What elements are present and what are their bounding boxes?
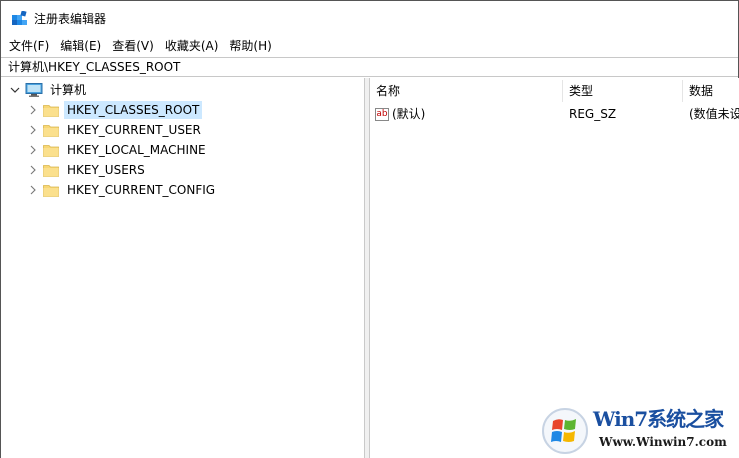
chevron-right-icon[interactable]	[27, 164, 39, 176]
value-name: (默认)	[392, 107, 426, 121]
values-list-pane[interactable]: 名称 类型 数据 ab (默认) REG_SZ (数值未设置)	[370, 78, 739, 458]
value-name-cell: ab (默认)	[370, 105, 563, 123]
column-header-name[interactable]: 名称	[370, 80, 563, 102]
string-value-icon: ab	[375, 107, 389, 121]
tree-root-computer[interactable]: 计算机	[9, 80, 89, 100]
menu-view[interactable]: 查看(V)	[108, 37, 158, 55]
list-header: 名称 类型 数据	[370, 80, 739, 102]
menu-edit[interactable]: 编辑(E)	[56, 37, 105, 55]
key-tree-pane[interactable]: 计算机 HKEY_CLASSES_ROOT HKEY_CURRENT_USER	[1, 78, 364, 458]
menu-bar: 文件(F) 编辑(E) 查看(V) 收藏夹(A) 帮助(H)	[1, 36, 279, 56]
site-watermark: Win7系统之家 Www.Winwin7.com	[541, 403, 737, 455]
registry-editor-window: 注册表编辑器 文件(F) 编辑(E) 查看(V) 收藏夹(A) 帮助(H) 计算…	[0, 0, 739, 458]
tree-root-label: 计算机	[50, 83, 87, 97]
tree-item-label: HKEY_CURRENT_CONFIG	[67, 183, 216, 197]
tree-item-label: HKEY_LOCAL_MACHINE	[67, 143, 206, 157]
address-bar[interactable]: 计算机\HKEY_CLASSES_ROOT	[1, 57, 738, 77]
chevron-down-icon[interactable]	[9, 84, 21, 96]
value-type: REG_SZ	[569, 107, 617, 121]
value-row-default[interactable]: ab (默认) REG_SZ (数值未设置)	[370, 104, 739, 124]
window-title: 注册表编辑器	[34, 12, 107, 26]
menu-file[interactable]: 文件(F)	[5, 37, 53, 55]
tree-item-label: HKEY_CLASSES_ROOT	[64, 101, 203, 119]
computer-icon	[25, 83, 43, 97]
watermark-url: Www.Winwin7.com	[599, 435, 727, 449]
tree-item-hkey-classes-root[interactable]: HKEY_CLASSES_ROOT	[27, 100, 203, 120]
windows-logo-icon	[542, 408, 588, 454]
title-bar[interactable]: 注册表编辑器	[1, 1, 738, 33]
chevron-right-icon[interactable]	[27, 144, 39, 156]
chevron-right-icon[interactable]	[27, 124, 39, 136]
folder-icon	[43, 124, 59, 137]
tree-item-hkey-current-config[interactable]: HKEY_CURRENT_CONFIG	[27, 180, 218, 200]
chevron-right-icon[interactable]	[27, 184, 39, 196]
folder-icon	[43, 104, 59, 117]
watermark-brand: Win7系统之家	[593, 407, 724, 431]
tree-item-hkey-local-machine[interactable]: HKEY_LOCAL_MACHINE	[27, 140, 209, 160]
tree-item-hkey-current-user[interactable]: HKEY_CURRENT_USER	[27, 120, 204, 140]
value-data: (数值未设置)	[689, 107, 739, 121]
tree-item-label: HKEY_CURRENT_USER	[67, 123, 201, 137]
tree-item-hkey-users[interactable]: HKEY_USERS	[27, 160, 148, 180]
chevron-right-icon[interactable]	[27, 104, 39, 116]
menu-favorites[interactable]: 收藏夹(A)	[161, 37, 223, 55]
folder-icon	[43, 184, 59, 197]
tree-item-label: HKEY_USERS	[67, 163, 145, 177]
folder-icon	[43, 144, 59, 157]
folder-icon	[43, 164, 59, 177]
registry-editor-icon	[12, 11, 27, 25]
menu-help[interactable]: 帮助(H)	[225, 37, 275, 55]
column-header-type[interactable]: 类型	[563, 80, 683, 102]
column-header-data[interactable]: 数据	[683, 80, 739, 102]
